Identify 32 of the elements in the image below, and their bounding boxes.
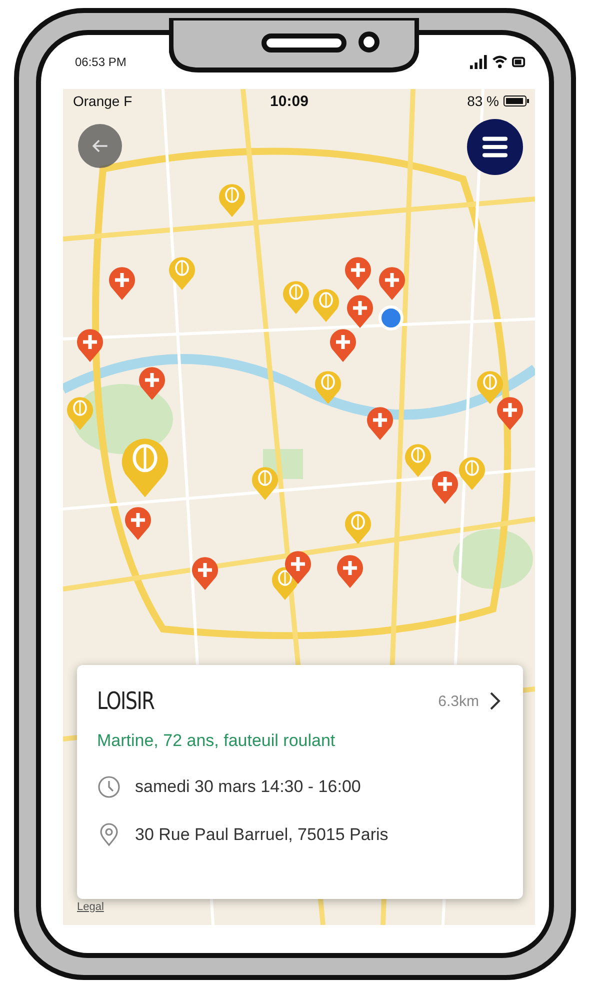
carrier-status: Orange F <box>73 93 134 109</box>
cross-pin-icon[interactable] <box>345 293 375 329</box>
event-address: 30 Rue Paul Barruel, 75015 Paris <box>135 825 388 845</box>
cross-pin-icon[interactable] <box>365 405 395 441</box>
cross-pin-icon[interactable] <box>123 505 153 541</box>
cross-pin-icon[interactable] <box>190 555 220 591</box>
status-icons <box>470 54 526 70</box>
cross-pin-icon[interactable] <box>495 395 525 431</box>
chevron-icon <box>489 691 501 711</box>
event-person: Martine, 72 ans, fauteuil roulant <box>97 731 336 751</box>
clock-icon <box>97 775 121 799</box>
cross-pin-icon[interactable] <box>335 553 365 589</box>
event-schedule: samedi 30 mars 14:30 - 16:00 <box>135 777 361 797</box>
event-category: LOISIR <box>97 687 156 715</box>
cross-pin-icon[interactable] <box>107 265 137 301</box>
cross-pin-icon[interactable] <box>137 365 167 401</box>
cross-pin-icon[interactable] <box>377 265 407 301</box>
balloon-pin-icon[interactable] <box>475 369 505 405</box>
event-distance: 6.3km <box>438 692 479 710</box>
legal-link[interactable]: Legal <box>77 901 104 913</box>
cross-pin-icon[interactable] <box>75 327 105 363</box>
cross-pin-icon[interactable] <box>343 255 373 291</box>
location-dot-icon <box>378 305 404 331</box>
cross-pin-icon[interactable] <box>430 469 460 505</box>
event-card[interactable]: LOISIR 6.3km Martine, 72 ans, fauteuil roulant samedi 30 mars 14:30 - 16:00 30 Rue Paul Barruel, 75015 Paris <box>77 665 523 899</box>
cross-pin-icon[interactable] <box>283 549 313 585</box>
cross-pin-icon[interactable] <box>328 327 358 363</box>
battery-icon <box>503 95 530 107</box>
status-time: 10:09 <box>270 92 310 110</box>
status-time: 06:53 PM <box>75 55 126 69</box>
location-pin-icon <box>97 823 121 847</box>
battery-status: 83 % <box>467 93 500 109</box>
